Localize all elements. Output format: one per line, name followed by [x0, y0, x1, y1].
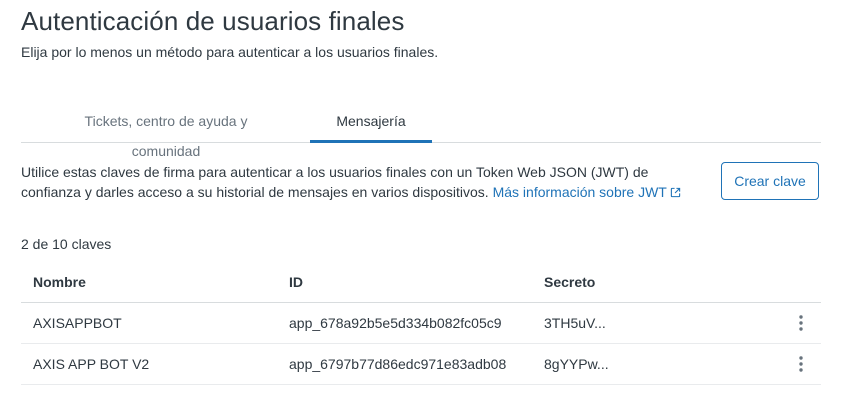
tab-tickets-help-center-community[interactable]: Tickets, centro de ayuda y comunidad: [49, 106, 283, 159]
key-secret: 8gYYPw...: [544, 356, 609, 372]
create-key-button[interactable]: Crear clave: [721, 162, 819, 200]
learn-more-jwt-label: Más información sobre JWT: [492, 184, 667, 200]
tab-messaging[interactable]: Mensajería: [310, 106, 432, 143]
description: Utilice estas claves de firma para auten…: [21, 162, 691, 203]
tab-list: Tickets, centro de ayuda y comunidad Men…: [21, 106, 821, 159]
key-id: app_6797b77d86edc971e83adb08: [289, 356, 507, 372]
overflow-menu-icon[interactable]: [789, 311, 813, 335]
column-header-name: Nombre: [33, 274, 86, 290]
keys-table: Nombre ID Secreto AXISAPPBOT app_678a92b…: [21, 262, 821, 385]
end-user-auth-page: Autenticación de usuarios finales Elija …: [0, 0, 863, 417]
learn-more-jwt-link[interactable]: Más información sobre JWT: [493, 184, 681, 200]
overflow-menu-icon[interactable]: [789, 352, 813, 376]
table-header-row: Nombre ID Secreto: [21, 262, 821, 303]
key-name: AXISAPPBOT: [33, 315, 122, 331]
page-title: Autenticación de usuarios finales: [21, 6, 405, 36]
key-secret: 3TH5uV...: [544, 315, 606, 331]
external-link-icon: [670, 183, 681, 203]
column-header-id: ID: [289, 274, 303, 290]
key-id: app_678a92b5e5d334b082fc05c9: [289, 315, 502, 331]
table-row: AXIS APP BOT V2 app_6797b77d86edc971e83a…: [21, 344, 821, 385]
table-row: AXISAPPBOT app_678a92b5e5d334b082fc05c9 …: [21, 303, 821, 344]
key-count: 2 de 10 claves: [21, 236, 112, 252]
column-header-secret: Secreto: [544, 274, 596, 290]
key-name: AXIS APP BOT V2: [33, 356, 150, 372]
page-subtitle: Elija por lo menos un método para autent…: [21, 44, 439, 60]
